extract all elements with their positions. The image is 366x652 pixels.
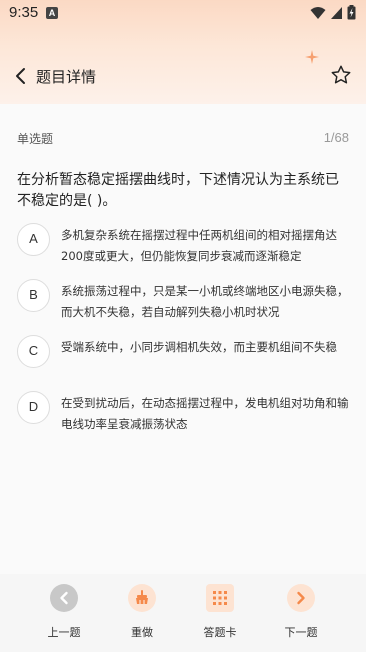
battery-icon	[347, 5, 356, 20]
prev-question-button[interactable]: 上一题	[34, 584, 94, 640]
option-letter: A	[17, 223, 50, 256]
status-bar: 9:35 A	[0, 0, 366, 26]
next-icon	[287, 584, 315, 612]
nav-bar: 题目详情	[0, 56, 366, 96]
redo-button[interactable]: 重做	[112, 584, 172, 640]
page-title: 题目详情	[36, 68, 97, 86]
notification-icon: A	[46, 7, 58, 19]
status-indicators	[310, 5, 356, 20]
next-question-button[interactable]: 下一题	[271, 584, 331, 640]
back-button[interactable]	[12, 64, 30, 88]
option-letter: B	[17, 279, 50, 312]
question-text: 在分析暂态稳定摇摆曲线时，下述情况认为主系统已不稳定的是( )。	[17, 172, 339, 209]
option-text: 多机复杂系统在摇摆过程中任两机组间的相对摇摆角达200度或更大，但仍能恢复同步衰…	[61, 228, 337, 263]
question-progress: 1/68	[323, 130, 349, 145]
question-panel: 单选题 1/68 在分析暂态稳定摇摆曲线时，下述情况认为主系统已不稳定的是( )…	[0, 104, 366, 574]
next-label: 下一题	[284, 626, 318, 639]
prev-icon	[50, 584, 78, 612]
option-text: 系统振荡过程中，只是某一小机或终端地区小电源失稳，而大机不失稳，若自动解列失稳小…	[61, 284, 349, 319]
chevron-left-icon	[16, 68, 25, 84]
question-type: 单选题	[17, 132, 54, 146]
star-icon	[331, 65, 351, 84]
favorite-button[interactable]	[330, 64, 352, 86]
option-text: 在受到扰动后，在动态摇摆过程中，发电机组对功角和输电线功率呈衰减振荡状态	[61, 396, 349, 431]
redo-icon	[128, 584, 156, 612]
option-letter: C	[17, 335, 50, 368]
status-time: 9:35	[9, 4, 39, 21]
redo-label: 重做	[131, 626, 153, 639]
bottom-toolbar: 上一题 重做 答题卡 下一题	[0, 574, 366, 652]
wifi-icon	[310, 6, 326, 19]
answer-card-button[interactable]: 答题卡	[190, 584, 250, 640]
prev-label: 上一题	[47, 626, 81, 639]
option-text: 受端系统中，小同步调相机失效，而主要机组间不失稳	[61, 340, 337, 354]
option-letter: D	[17, 391, 50, 424]
answer-card-label: 答题卡	[203, 626, 237, 639]
grid-icon	[206, 584, 234, 612]
signal-icon	[331, 6, 342, 19]
